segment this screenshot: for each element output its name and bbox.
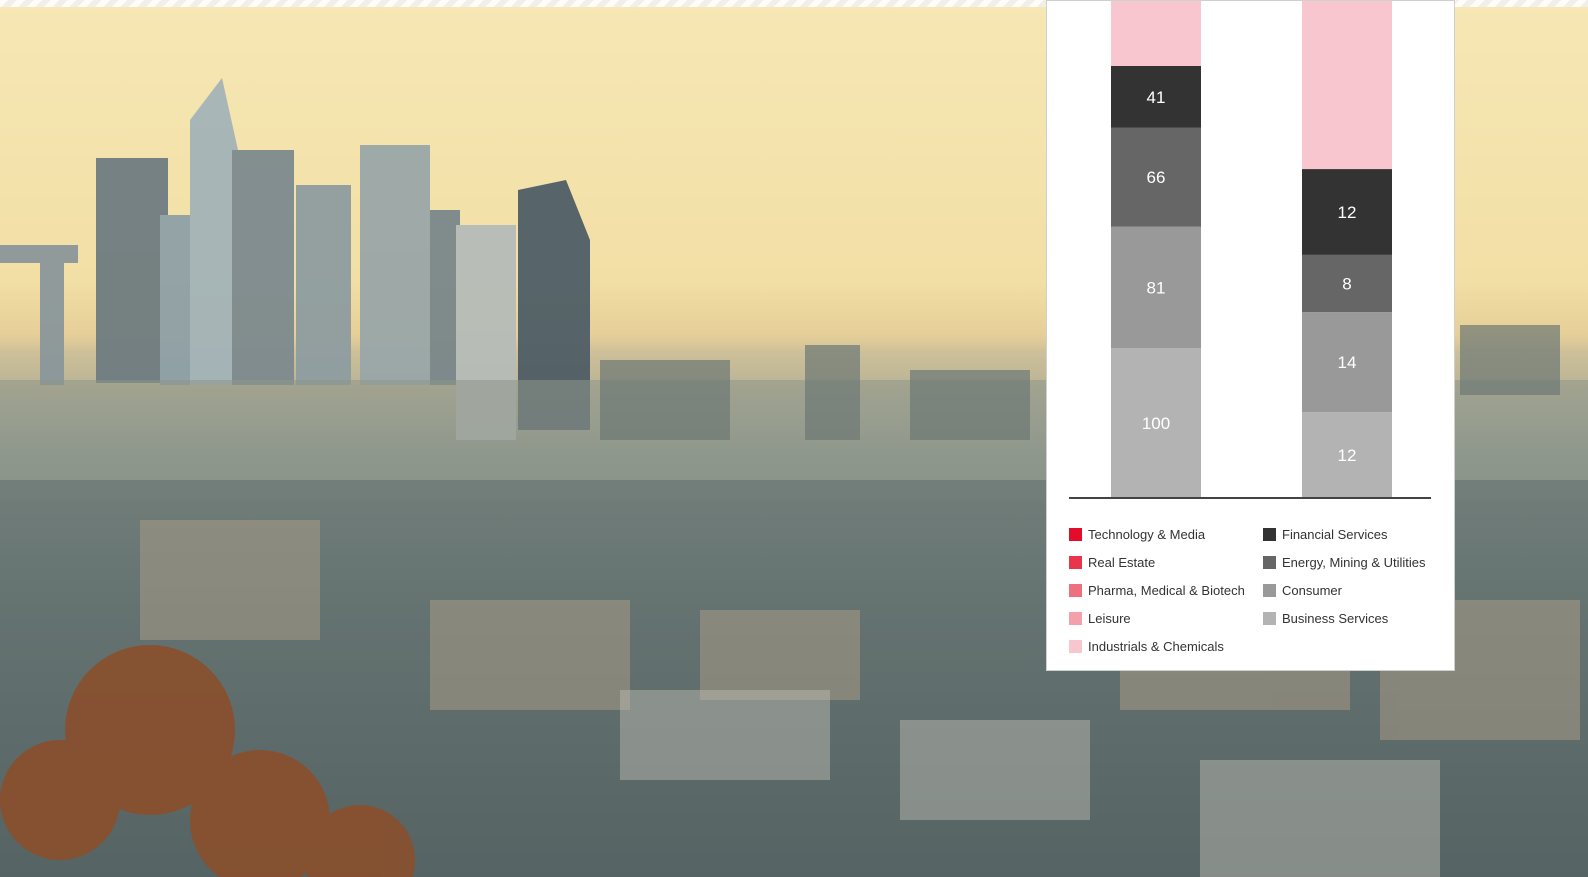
data-label-financial-services-2: 12: [1338, 203, 1357, 222]
data-label-financial-services-1: 41: [1147, 88, 1166, 107]
legend-label: Financial Services: [1282, 527, 1388, 543]
bars-group: 100 81 66 41 12 14 8 12: [1111, 1, 1392, 498]
data-label-consumer-2: 14: [1338, 353, 1357, 372]
legend-column-left: Technology & Media Real Estate Pharma, M…: [1069, 521, 1263, 660]
legend-item-industrials-chemicals: Industrials & Chemicals: [1069, 632, 1263, 660]
data-label-business-services-1: 100: [1142, 414, 1170, 433]
legend-item-financial-services: Financial Services: [1263, 521, 1443, 549]
legend-item-technology-media: Technology & Media: [1069, 521, 1263, 549]
legend-item-leisure: Leisure: [1069, 604, 1263, 632]
legend-label: Business Services: [1282, 610, 1389, 626]
data-label-business-services-2: 12: [1338, 446, 1357, 465]
legend-swatch: [1069, 611, 1082, 625]
legend-swatch: [1069, 528, 1082, 542]
data-label-energy-mining-utilities-1: 66: [1147, 168, 1166, 187]
stacked-bar-chart: 100 81 66 41 12 14 8 12: [1069, 1, 1431, 499]
legend-label: Consumer: [1282, 582, 1342, 598]
legend-swatch: [1069, 639, 1082, 653]
bar-segment-industrials-chemicals-2: [1302, 1, 1392, 170]
legend-swatch: [1069, 583, 1082, 597]
legend-label: Real Estate: [1088, 555, 1156, 571]
legend-swatch: [1263, 528, 1276, 542]
data-label-consumer-1: 81: [1147, 278, 1166, 297]
legend-item-pharma-medical-biotech: Pharma, Medical & Biotech: [1069, 577, 1263, 605]
chart-legend: Technology & Media Real Estate Pharma, M…: [1069, 521, 1449, 660]
legend-swatch: [1069, 556, 1082, 570]
legend-label: Technology & Media: [1088, 527, 1206, 543]
chart-card: 100 81 66 41 12 14 8 12 Technology & Media Real…: [1046, 0, 1455, 671]
legend-swatch: [1263, 611, 1276, 625]
legend-label: Leisure: [1088, 610, 1131, 626]
legend-swatch: [1263, 583, 1276, 597]
legend-label: Industrials & Chemicals: [1088, 638, 1224, 654]
legend-label: Energy, Mining & Utilities: [1282, 555, 1426, 571]
legend-item-energy-mining-utilities: Energy, Mining & Utilities: [1263, 549, 1443, 577]
legend-column-right: Financial Services Energy, Mining & Util…: [1263, 521, 1443, 660]
legend-swatch: [1263, 556, 1276, 570]
legend-item-business-services: Business Services: [1263, 604, 1443, 632]
legend-item-consumer: Consumer: [1263, 577, 1443, 605]
legend-label: Pharma, Medical & Biotech: [1088, 582, 1245, 598]
data-label-energy-mining-utilities-2: 8: [1342, 275, 1351, 294]
bar-segment-industrials-chemicals-1: [1111, 1, 1201, 66]
legend-item-real-estate: Real Estate: [1069, 549, 1263, 577]
